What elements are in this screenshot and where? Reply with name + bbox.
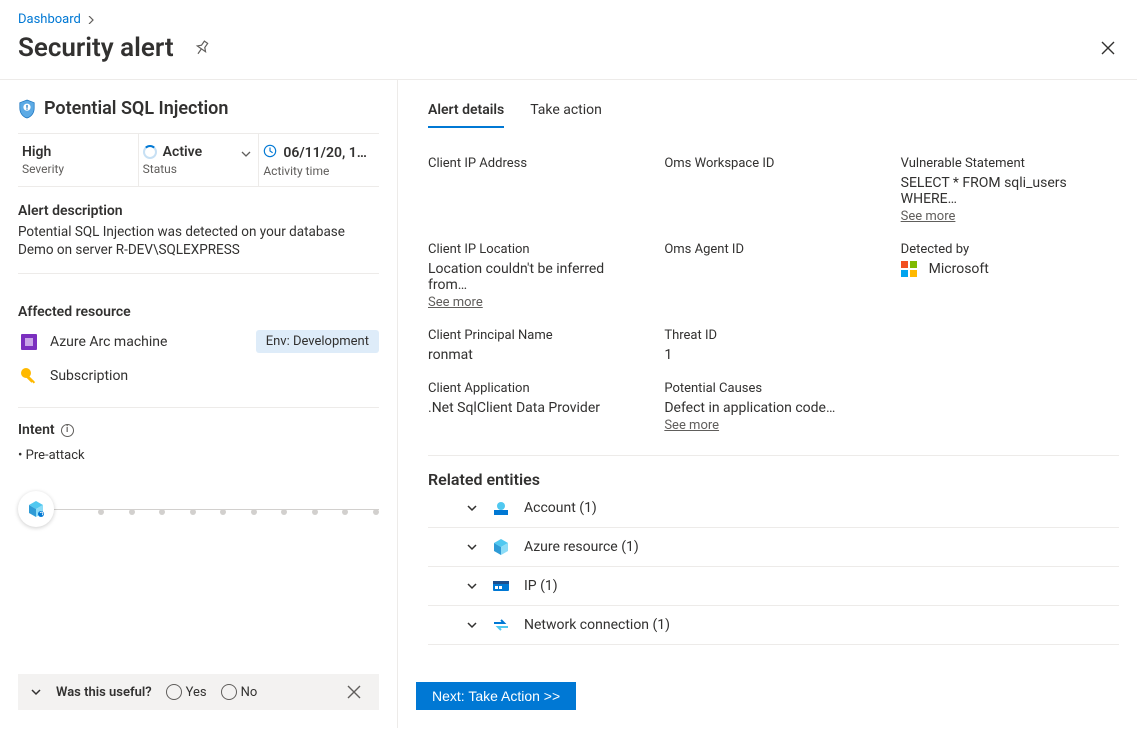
- intent-track: [18, 491, 379, 527]
- description-text: Potential SQL Injection was detected on …: [18, 223, 379, 259]
- feedback-no-label: No: [241, 685, 258, 700]
- resource-row[interactable]: Subscription: [18, 359, 379, 393]
- field-label: Oms Agent ID: [664, 242, 882, 257]
- field-label: Threat ID: [664, 328, 882, 343]
- see-more-link[interactable]: See more: [901, 209, 956, 224]
- close-icon: [1101, 41, 1115, 55]
- field-value: SELECT * FROM sqli_users WHERE…: [901, 175, 1119, 207]
- chevron-down-icon[interactable]: [30, 686, 42, 698]
- entity-row-ip[interactable]: IP (1): [428, 567, 1119, 606]
- field-label: Detected by: [901, 242, 1119, 257]
- field-value: .Net SqlClient Data Provider: [428, 400, 646, 416]
- chevron-down-icon: [466, 502, 478, 514]
- intent-heading: Intent: [18, 422, 55, 438]
- meta-activity-time: 06/11/20, 1… Activity time: [259, 134, 379, 186]
- field-value: Microsoft: [929, 261, 989, 277]
- related-entities-heading: Related entities: [428, 470, 1119, 489]
- env-tag: Env: Development: [256, 330, 379, 353]
- clock-icon: [263, 144, 277, 162]
- entity-row-network-connection[interactable]: Network connection (1): [428, 606, 1119, 645]
- status-value: Active: [163, 144, 202, 160]
- activity-label: Activity time: [263, 164, 371, 178]
- close-icon: [347, 685, 361, 699]
- alert-name: Potential SQL Injection: [44, 98, 228, 119]
- description-heading: Alert description: [18, 203, 379, 219]
- microsoft-logo-icon: [901, 261, 917, 277]
- feedback-no[interactable]: No: [221, 684, 258, 700]
- affected-heading: Affected resource: [18, 304, 379, 320]
- page-title: Security alert: [18, 33, 174, 63]
- field-label: Potential Causes: [664, 381, 882, 396]
- ip-icon: [492, 577, 510, 595]
- chevron-down-icon: [466, 619, 478, 631]
- chevron-down-icon: [466, 580, 478, 592]
- intent-start-node: [18, 491, 54, 527]
- pin-button[interactable]: [190, 36, 214, 60]
- field-label: Vulnerable Statement: [901, 156, 1119, 171]
- entity-label: Network connection (1): [524, 617, 670, 633]
- field-value: 1: [664, 347, 882, 363]
- meta-severity: High Severity: [18, 134, 139, 186]
- field-label: Oms Workspace ID: [664, 156, 882, 171]
- resource-label: Azure Arc machine: [50, 334, 167, 350]
- feedback-yes-label: Yes: [186, 685, 207, 700]
- field-value: Defect in application code…: [664, 400, 882, 416]
- account-icon: [492, 499, 510, 517]
- breadcrumb: Dashboard: [0, 0, 1137, 27]
- field-value: ronmat: [428, 347, 646, 363]
- entity-label: IP (1): [524, 578, 558, 594]
- entity-label: Azure resource (1): [524, 539, 639, 555]
- feedback-close-button[interactable]: [341, 684, 367, 700]
- field-label: Client Principal Name: [428, 328, 646, 343]
- spinner-icon: [143, 145, 157, 159]
- shield-icon: [18, 99, 36, 119]
- cube-icon: [27, 500, 45, 518]
- see-more-link[interactable]: See more: [428, 295, 483, 310]
- feedback-label: Was this useful?: [56, 685, 152, 700]
- entity-row-account[interactable]: Account (1): [428, 489, 1119, 528]
- pin-icon: [194, 40, 210, 56]
- info-icon[interactable]: i: [61, 424, 74, 437]
- next-take-action-button[interactable]: Next: Take Action >>: [416, 682, 576, 710]
- radio-icon: [221, 684, 237, 700]
- azure-arc-icon: [18, 331, 40, 353]
- feedback-bar: Was this useful? Yes No: [18, 674, 379, 710]
- tab-take-action[interactable]: Take action: [530, 98, 602, 128]
- divider: [18, 273, 379, 274]
- entity-label: Account (1): [524, 500, 597, 516]
- chevron-down-icon: [240, 148, 252, 160]
- field-label: Client IP Address: [428, 156, 646, 171]
- status-label: Status: [143, 162, 251, 176]
- tabs: Alert details Take action: [428, 98, 1119, 128]
- radio-icon: [166, 684, 182, 700]
- severity-value: High: [22, 144, 130, 160]
- resource-row[interactable]: Azure Arc machine Env: Development: [18, 324, 379, 359]
- activity-value: 06/11/20, 1…: [283, 145, 367, 161]
- intent-value: Pre-attack: [18, 448, 379, 463]
- see-more-link[interactable]: See more: [664, 418, 719, 433]
- resource-label: Subscription: [50, 368, 128, 384]
- divider: [18, 407, 379, 408]
- severity-label: Severity: [22, 162, 130, 176]
- chevron-down-icon: [466, 541, 478, 553]
- field-label: Client Application: [428, 381, 646, 396]
- chevron-right-icon: [87, 16, 95, 24]
- divider: [428, 455, 1119, 456]
- meta-status[interactable]: Active Status: [139, 134, 260, 186]
- tab-alert-details[interactable]: Alert details: [428, 98, 504, 128]
- close-button[interactable]: [1097, 37, 1119, 59]
- breadcrumb-parent-link[interactable]: Dashboard: [18, 12, 81, 27]
- field-label: Client IP Location: [428, 242, 646, 257]
- feedback-yes[interactable]: Yes: [166, 684, 207, 700]
- entity-row-azure-resource[interactable]: Azure resource (1): [428, 528, 1119, 567]
- cube-icon: [492, 538, 510, 556]
- network-icon: [492, 616, 510, 634]
- key-icon: [18, 365, 40, 387]
- field-value: Location couldn't be inferred from…: [428, 261, 646, 293]
